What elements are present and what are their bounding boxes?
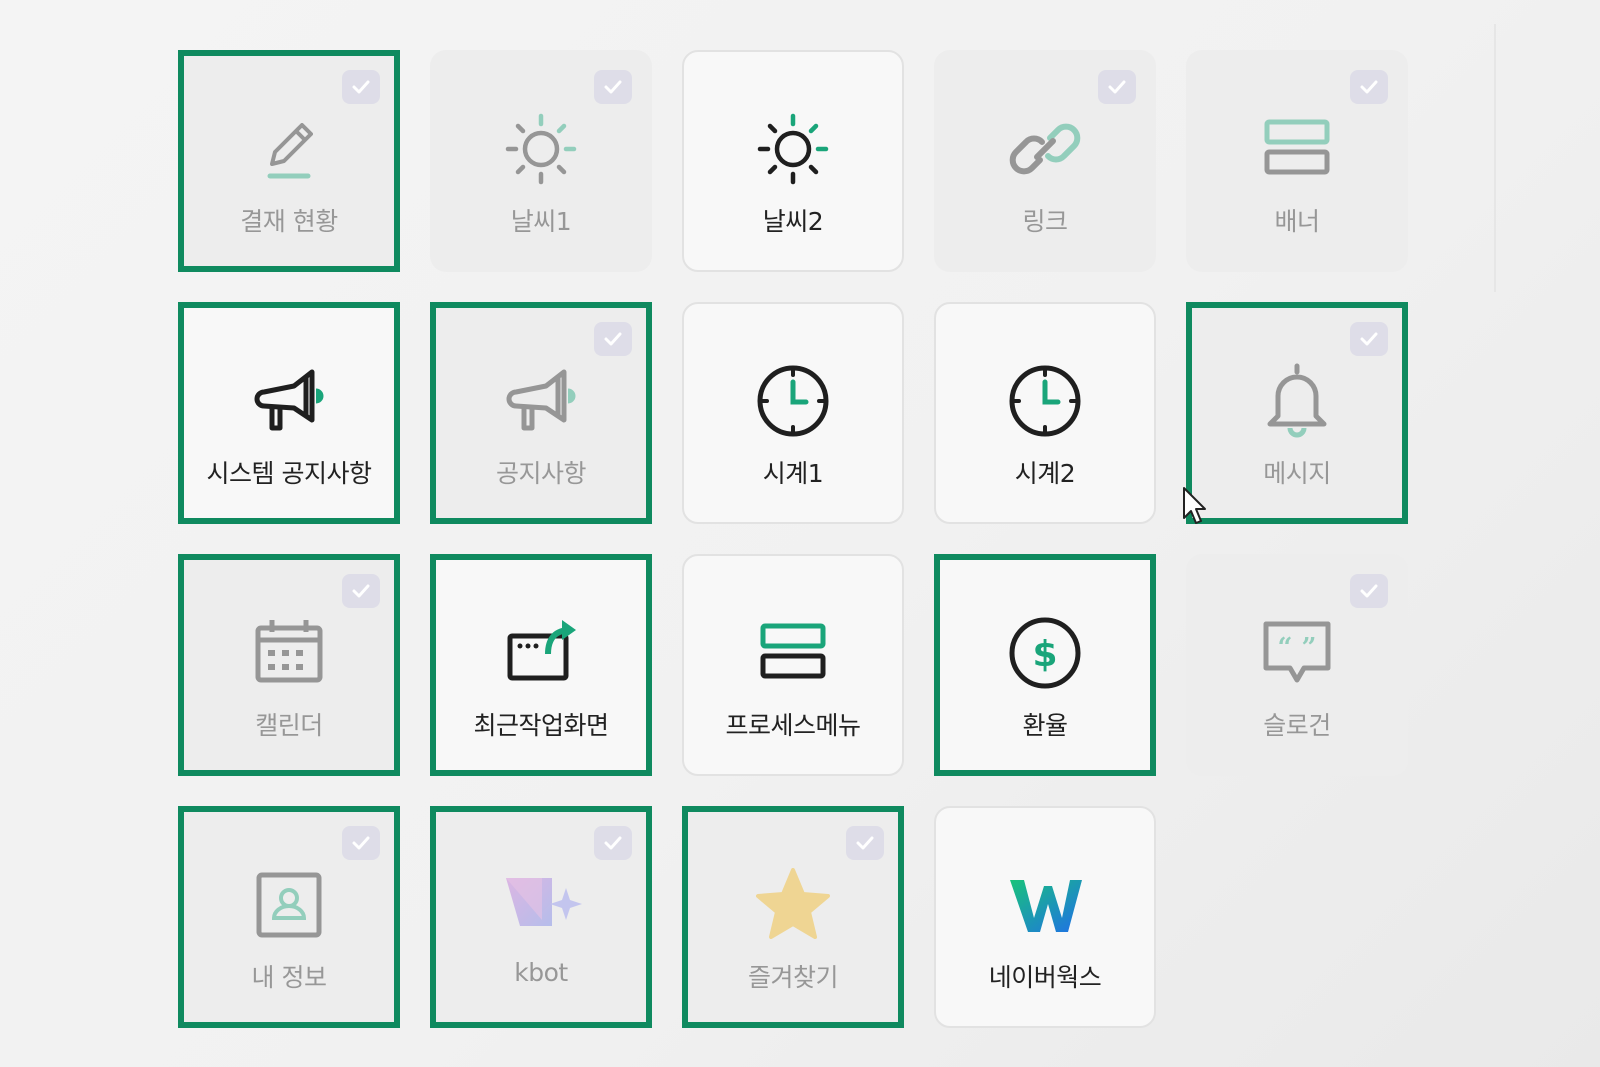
widget-tile[interactable]: 시스템 공지사항 <box>178 302 400 524</box>
widget-tile[interactable]: kbot <box>430 806 652 1028</box>
widget-tile[interactable]: 날씨2 <box>682 50 904 272</box>
check-icon[interactable] <box>594 322 632 356</box>
widget-grid: 결재 현황 날씨1 날씨2 링크 배너시스템 공지사항 공지사항 시계1 시계2 메시지캘린더 최… <box>178 50 1408 1028</box>
widget-tile[interactable]: 캘린더 <box>178 554 400 776</box>
widget-label: 날씨2 <box>762 207 824 236</box>
calendar-icon <box>244 608 334 698</box>
widget-tile[interactable]: 링크 <box>934 50 1156 272</box>
clock-icon <box>748 356 838 446</box>
widget-tile[interactable]: 프로세스메뉴 <box>682 554 904 776</box>
widget-label: 날씨1 <box>510 207 572 236</box>
check-icon[interactable] <box>1350 322 1388 356</box>
bell-icon <box>1252 356 1342 446</box>
widget-label: 프로세스메뉴 <box>725 711 861 740</box>
pencil-icon <box>244 104 334 194</box>
widget-label: 내 정보 <box>251 963 327 992</box>
widget-tile[interactable]: 배너 <box>1186 50 1408 272</box>
widget-label: 결재 현황 <box>240 207 338 236</box>
mouse-cursor-icon <box>1183 487 1206 524</box>
widget-label: 환율 <box>1022 711 1068 740</box>
naver-works-icon <box>1000 860 1090 950</box>
widget-tile[interactable]: 공지사항 <box>430 302 652 524</box>
banner-icon <box>1252 104 1342 194</box>
check-icon[interactable] <box>342 70 380 104</box>
clock-icon <box>1000 356 1090 446</box>
widget-tile[interactable]: 최근작업화면 <box>430 554 652 776</box>
check-icon[interactable] <box>846 826 884 860</box>
widget-tile[interactable]: 시계2 <box>934 302 1156 524</box>
check-icon[interactable] <box>1350 70 1388 104</box>
widget-label: kbot <box>514 958 568 987</box>
widget-tile[interactable]: 즐겨찾기 <box>682 806 904 1028</box>
megaphone-icon <box>244 356 334 446</box>
check-icon[interactable] <box>342 574 380 608</box>
widget-tile[interactable]: 네이버웍스 <box>934 806 1156 1028</box>
check-icon[interactable] <box>594 70 632 104</box>
widget-tile[interactable]: 내 정보 <box>178 806 400 1028</box>
widget-label: 시계1 <box>762 459 824 488</box>
recent-window-icon <box>496 608 586 698</box>
panel-divider <box>1494 24 1496 292</box>
widget-tile[interactable]: 날씨1 <box>430 50 652 272</box>
kbot-icon <box>496 860 586 950</box>
process-menu-icon <box>748 608 838 698</box>
star-icon <box>748 860 838 950</box>
svg-text:“ ”: “ ” <box>1278 633 1317 663</box>
widget-label: 캘린더 <box>255 711 323 740</box>
widget-label: 즐겨찾기 <box>747 963 839 992</box>
sun-icon <box>748 104 838 194</box>
widget-tile[interactable]: “ ” 슬로건 <box>1186 554 1408 776</box>
widget-label: 슬로건 <box>1263 711 1331 740</box>
dollar-icon: $ <box>1000 608 1090 698</box>
widget-tile[interactable]: 결재 현황 <box>178 50 400 272</box>
profile-icon <box>244 860 334 950</box>
widget-label: 배너 <box>1274 207 1320 236</box>
link-icon <box>1000 104 1090 194</box>
widget-label: 메시지 <box>1263 459 1331 488</box>
sun-icon <box>496 104 586 194</box>
widget-tile[interactable]: 메시지 <box>1186 302 1408 524</box>
widget-label: 최근작업화면 <box>473 711 609 740</box>
megaphone-icon <box>496 356 586 446</box>
widget-label: 공지사항 <box>495 459 587 488</box>
quote-bubble-icon: “ ” <box>1252 608 1342 698</box>
widget-label: 시계2 <box>1014 459 1076 488</box>
widget-tile[interactable]: $ 환율 <box>934 554 1156 776</box>
svg-text:$: $ <box>1032 634 1057 675</box>
widget-label: 링크 <box>1022 207 1068 236</box>
check-icon[interactable] <box>342 826 380 860</box>
widget-tile[interactable]: 시계1 <box>682 302 904 524</box>
widget-label: 네이버웍스 <box>988 963 1102 992</box>
check-icon[interactable] <box>1098 70 1136 104</box>
check-icon[interactable] <box>1350 574 1388 608</box>
widget-label: 시스템 공지사항 <box>206 459 372 488</box>
check-icon[interactable] <box>594 826 632 860</box>
